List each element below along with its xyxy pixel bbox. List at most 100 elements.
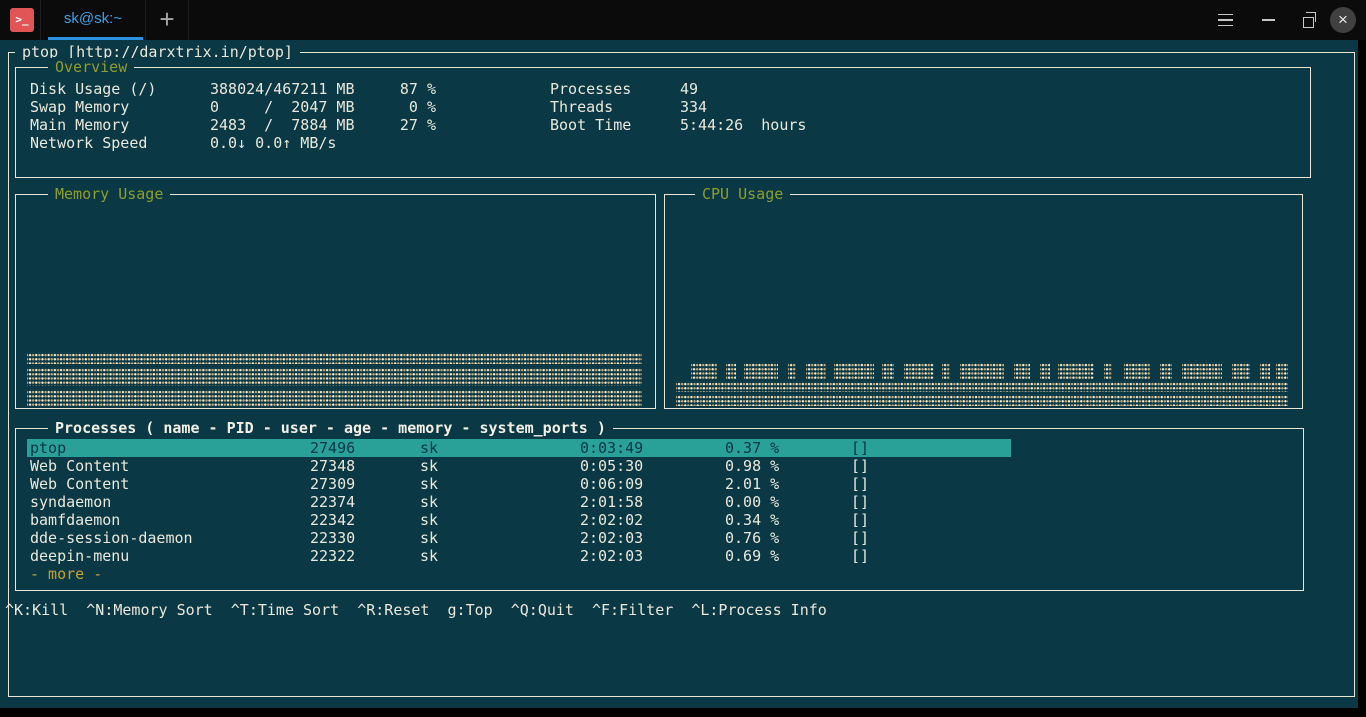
overview-row: Main Memory 2483 / 7884 MB 27 % Boot Tim… [16, 116, 1310, 134]
new-tab-button[interactable]: + [146, 0, 188, 40]
process-age: 2:01:58 [580, 493, 643, 511]
process-name: ptop [30, 439, 66, 457]
minimize-icon [1262, 19, 1275, 21]
process-name: syndaemon [30, 493, 111, 511]
cpu-skyline-segment [726, 362, 736, 379]
process-user: sk [420, 547, 438, 565]
memory-usage-title: Memory Usage [48, 185, 170, 204]
cpu-skyline-segment [882, 362, 894, 379]
overview-value: 2483 / 7884 MB [210, 116, 355, 134]
memory-chart-band [27, 367, 642, 386]
more-row: - more - [16, 565, 1303, 583]
process-row[interactable]: Web Content 27348 sk 0:05:30 0.98 % [] [16, 457, 1303, 475]
overview-percent: 27 % [362, 116, 436, 134]
overview-row: Disk Usage (/) 388024/467211 MB 87 % Pro… [16, 80, 1310, 98]
process-memory: 0.34 % [725, 511, 779, 529]
cpu-skyline-segment [1276, 362, 1288, 379]
cpu-skyline-segment [1014, 362, 1030, 379]
overview-label: Main Memory [30, 116, 129, 134]
process-memory: 2.01 % [725, 475, 779, 493]
keybindings-bar: ^K:Kill ^N:Memory Sort ^T:Time Sort ^R:R… [5, 601, 827, 619]
process-memory: 0.00 % [725, 493, 779, 511]
process-user: sk [420, 457, 438, 475]
overview-stat-value: 334 [680, 98, 707, 116]
process-row[interactable]: deepin-menu 22322 sk 2:02:03 0.69 % [] [16, 547, 1303, 565]
terminal-app-icon: >_ [10, 8, 34, 32]
process-pid: 22330 [310, 529, 355, 547]
maximize-button[interactable] [1290, 0, 1326, 40]
cpu-chart-band [676, 394, 1288, 406]
process-user: sk [420, 493, 438, 511]
overview-value: 0 / 2047 MB [210, 98, 355, 116]
cpu-skyline-segment [960, 362, 1004, 379]
process-memory: 0.37 % [725, 439, 779, 457]
process-pid: 27348 [310, 457, 355, 475]
tab-separator [188, 0, 189, 40]
overview-stat-value: 49 [680, 80, 698, 98]
processes-title: Processes ( name - PID - user - age - me… [48, 419, 613, 438]
process-row[interactable]: ptop 27496 sk 0:03:49 0.37 % [] [16, 439, 1303, 457]
overview-value: 388024/467211 MB [210, 80, 355, 98]
process-age: 0:03:49 [580, 439, 643, 457]
overview-row: Swap Memory 0 / 2047 MB 0 % Threads 334 [16, 98, 1310, 116]
process-ports: [] [851, 529, 869, 547]
minimize-button[interactable] [1250, 0, 1286, 40]
process-user: sk [420, 439, 438, 457]
process-row[interactable]: bamfdaemon 22342 sk 2:02:02 0.34 % [] [16, 511, 1303, 529]
process-age: 0:06:09 [580, 475, 643, 493]
close-icon: × [1338, 11, 1348, 29]
more-indicator: - more - [30, 565, 102, 583]
cpu-skyline-segment [1124, 362, 1150, 379]
memory-chart-band [27, 389, 642, 406]
hamburger-icon [1218, 14, 1233, 27]
ptop-frame: ptop [http://darxtrix.in/ptop] Overview … [8, 52, 1355, 697]
cpu-skyline-segment [1160, 362, 1172, 379]
close-button[interactable]: × [1330, 7, 1356, 33]
processes-panel: Processes ( name - PID - user - age - me… [15, 428, 1304, 591]
process-age: 0:05:30 [580, 457, 643, 475]
memory-chart-band [27, 352, 642, 364]
memory-usage-panel: Memory Usage [15, 194, 656, 409]
overview-stat-label: Processes [550, 80, 631, 98]
cpu-skyline-segment [904, 362, 934, 379]
process-ports: [] [851, 511, 869, 529]
overview-label: Swap Memory [30, 98, 129, 116]
cpu-skyline-segment [1104, 362, 1112, 379]
process-memory: 0.76 % [725, 529, 779, 547]
process-user: sk [420, 511, 438, 529]
cpu-skyline-segment [834, 362, 874, 379]
cpu-skyline-segment [1232, 362, 1250, 379]
process-name: deepin-menu [30, 547, 129, 565]
overview-label: Disk Usage (/) [30, 80, 156, 98]
process-age: 2:02:03 [580, 529, 643, 547]
process-pid: 22342 [310, 511, 355, 529]
cpu-skyline-segment [691, 362, 717, 379]
process-row[interactable]: syndaemon 22374 sk 2:01:58 0.00 % [] [16, 493, 1303, 511]
terminal-tab[interactable]: sk@sk:~ [41, 0, 145, 40]
cpu-skyline-segment [942, 362, 950, 379]
process-ports: [] [851, 493, 869, 511]
process-memory: 0.98 % [725, 457, 779, 475]
process-name: bamfdaemon [30, 511, 120, 529]
terminal-content: ptop [http://darxtrix.in/ptop] Overview … [0, 40, 1358, 708]
process-name: Web Content [30, 457, 129, 475]
cpu-skyline-segment [1260, 362, 1270, 379]
menu-button[interactable] [1207, 0, 1243, 40]
process-pid: 22374 [310, 493, 355, 511]
process-age: 2:02:02 [580, 511, 643, 529]
process-ports: [] [851, 439, 869, 457]
process-row[interactable]: Web Content 27309 sk 0:06:09 2.01 % [] [16, 475, 1303, 493]
process-memory: 0.69 % [725, 547, 779, 565]
process-pid: 27496 [310, 439, 355, 457]
cpu-usage-panel: CPU Usage [664, 194, 1303, 409]
process-row[interactable]: dde-session-daemon 22330 sk 2:02:03 0.76… [16, 529, 1303, 547]
overview-label: Network Speed [30, 134, 147, 152]
desktop: { "titlebar": { "terminal_icon_glyph": "… [0, 0, 1366, 717]
overview-title: Overview [48, 58, 134, 77]
cpu-usage-title: CPU Usage [695, 185, 790, 204]
cpu-skyline [676, 362, 1291, 379]
overview-stat-label: Threads [550, 98, 613, 116]
process-ports: [] [851, 475, 869, 493]
overview-stat-value: 5:44:26 hours [680, 116, 806, 134]
process-age: 2:02:03 [580, 547, 643, 565]
